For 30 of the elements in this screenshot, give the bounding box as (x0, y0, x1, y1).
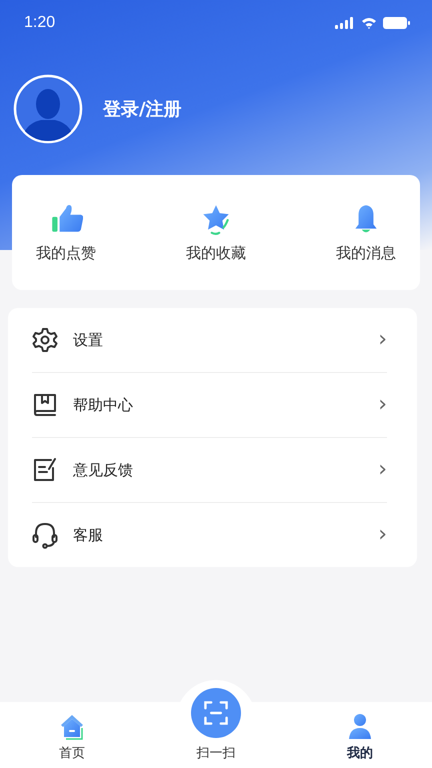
menu-label: 客服 (73, 526, 104, 544)
status-time: 1:20 (24, 14, 56, 32)
menu-label: 帮助中心 (73, 396, 134, 414)
chevron-icon: › (378, 459, 387, 481)
menu-item[interactable]: 意见反馈 › (32, 438, 387, 503)
menu-item[interactable]: 客服 › (32, 503, 387, 567)
tab[interactable]: 首页 (27, 712, 117, 762)
wifi-icon (361, 17, 377, 29)
shortcut-label[interactable]: 我的消息 (336, 244, 396, 263)
avatar[interactable] (13, 74, 83, 144)
login-link[interactable]: 登录/注册 (103, 97, 182, 121)
tab[interactable]: 我的 (315, 712, 405, 762)
menu-item[interactable]: 设置 › (32, 308, 387, 373)
menu-label: 意见反馈 (73, 460, 134, 480)
book-icon (32, 391, 58, 419)
tab[interactable]: 扫一扫 (171, 688, 261, 762)
edit-note-icon (32, 456, 58, 484)
person-icon (346, 712, 374, 740)
settings-icon (32, 326, 58, 354)
menu-label: 设置 (73, 330, 104, 350)
chevron-icon: › (378, 329, 387, 351)
headset-icon (32, 521, 58, 549)
signal-icon (335, 17, 355, 29)
chevron-icon: › (378, 394, 387, 416)
shortcut-label[interactable]: 我的收藏 (186, 244, 246, 263)
scan-icon[interactable] (191, 688, 241, 738)
shortcut-label[interactable]: 我的点赞 (36, 244, 96, 263)
menu-item[interactable]: 帮助中心 › (32, 373, 387, 438)
chevron-icon: › (378, 524, 387, 546)
battery-icon (383, 17, 410, 29)
